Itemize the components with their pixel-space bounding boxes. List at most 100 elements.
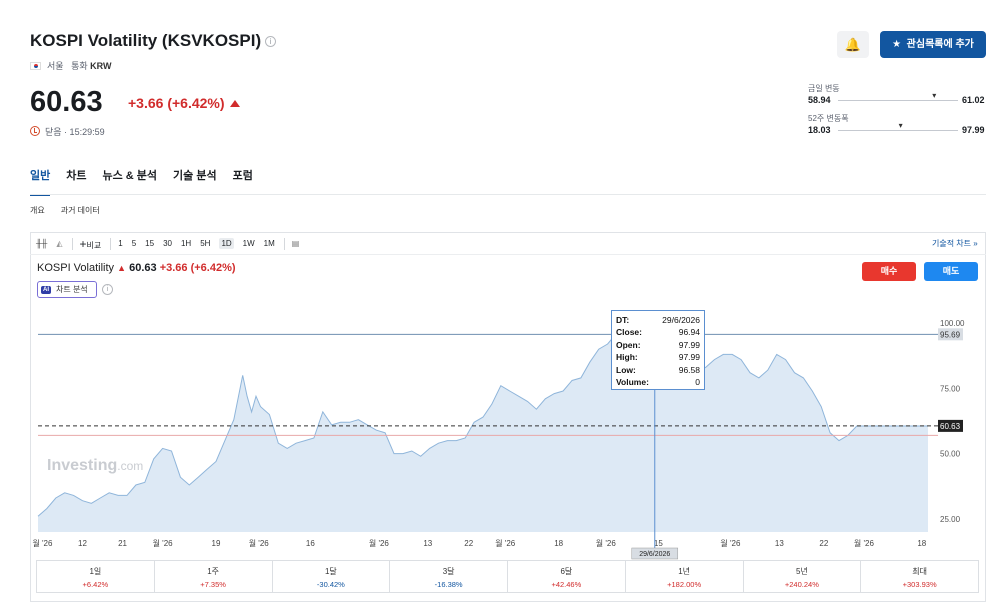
legend-up-arrow-icon: ▲ <box>117 263 127 273</box>
technical-chart-link[interactable]: 기술적 차트 » <box>932 238 978 249</box>
x-tick-label: 19 <box>212 539 221 548</box>
tooltip-row: High: 97.99 <box>616 351 700 363</box>
indicators-icon[interactable]: ▤ <box>292 239 300 248</box>
price-change-value: +3.66 (+6.42%) <box>128 95 225 111</box>
candlestick-icon[interactable]: ╫╫ <box>36 239 47 248</box>
exchange-name: 서울 <box>47 61 64 71</box>
plus-icon: + <box>79 236 87 251</box>
performance-cell[interactable]: 3달 -16.38% <box>390 561 508 592</box>
performance-period: 1일 <box>89 567 102 576</box>
performance-cell[interactable]: 1주 +7.35% <box>155 561 273 592</box>
sell-button[interactable]: 매도 <box>924 262 978 281</box>
ai-icon: AI <box>41 286 51 294</box>
toolbar-separator <box>110 237 112 250</box>
interval-5h[interactable]: 5H <box>200 239 210 248</box>
performance-value: +240.24% <box>784 580 819 589</box>
x-tick-label: 월 '26 <box>854 538 875 548</box>
tooltip-key: DT: <box>616 315 630 325</box>
x-tick-label: 월 '26 <box>596 538 617 548</box>
exchange-info: 서울 통화 KRW <box>30 59 112 72</box>
tab-overview[interactable]: 일반 <box>30 168 51 196</box>
legend-name: KOSPI Volatility <box>37 262 115 274</box>
x-tick-label: 13 <box>423 539 432 548</box>
tooltip-row: Open: 97.99 <box>616 339 700 351</box>
subtab-overview[interactable]: 개요 <box>30 205 45 216</box>
compare-button[interactable]: +비교 <box>80 237 102 251</box>
x-tick-label: 13 <box>775 539 784 548</box>
performance-cell[interactable]: 최대 +303.93% <box>861 561 978 592</box>
tab-chart[interactable]: 차트 <box>66 168 86 196</box>
tooltip-row: Low: 96.58 <box>616 364 700 376</box>
alert-button[interactable]: 🔔 <box>837 31 869 58</box>
buy-button[interactable]: 매수 <box>862 262 916 281</box>
day-range-low: 58.94 <box>808 95 831 105</box>
tabs-divider <box>30 194 986 195</box>
tooltip-value: 97.99 <box>678 352 700 363</box>
interval-1w[interactable]: 1W <box>243 239 255 248</box>
area-chart-icon[interactable]: ◭ <box>56 239 62 248</box>
day-range-high: 61.02 <box>962 95 985 105</box>
performance-cell[interactable]: 1년 +182.00% <box>626 561 744 592</box>
performance-cell[interactable]: 5년 +240.24% <box>744 561 862 592</box>
interval-1d[interactable]: 1D <box>219 238 234 249</box>
info-icon[interactable]: i <box>102 284 113 295</box>
performance-value: +7.35% <box>200 580 226 589</box>
tab-forum[interactable]: 포럼 <box>233 168 253 196</box>
add-to-watchlist-button[interactable]: ★ 관심목록에 추가 <box>880 31 986 58</box>
tooltip-key: High: <box>616 352 638 363</box>
interval-5[interactable]: 5 <box>132 239 136 248</box>
currency-code: KRW <box>90 61 112 71</box>
x-tick-label: 21 <box>118 539 127 548</box>
week52-range-high: 97.99 <box>962 125 985 135</box>
y-tick-label: 50.00 <box>940 450 961 459</box>
compare-label: 비교 <box>86 240 102 250</box>
interval-1[interactable]: 1 <box>118 239 122 248</box>
x-tick-label: 월 '26 <box>495 538 516 548</box>
interval-30[interactable]: 30 <box>163 239 172 248</box>
toolbar-separator <box>283 237 285 250</box>
x-tick-label: 12 <box>78 539 87 548</box>
tooltip-key: Open: <box>616 339 641 350</box>
tooltip-value: 0 <box>695 377 700 388</box>
x-tick-label: 22 <box>819 539 828 548</box>
tooltip-row: DT: 29/6/2026 <box>616 314 700 326</box>
x-tick-label: 18 <box>554 539 563 548</box>
watermark-suffix: .com <box>117 459 144 473</box>
performance-period: 3달 <box>442 567 455 576</box>
ai-chart-analysis-button[interactable]: AI 차트 분석 <box>37 281 97 298</box>
clock-icon <box>30 126 40 136</box>
tooltip-value: 96.58 <box>678 364 700 375</box>
market-status: 닫음 · 15:29:59 <box>30 125 105 138</box>
price-chart[interactable]: 95.69 60.63 100.00 75.00 50.00 25.00 월 '26 12 21… <box>30 300 986 560</box>
tab-technical[interactable]: 기술 분석 <box>173 168 217 196</box>
price-label: 60.63 <box>940 422 961 431</box>
sub-tabs: 개요 과거 데이터 <box>30 205 100 216</box>
info-icon[interactable]: i <box>265 36 277 47</box>
tooltip-key: Volume: <box>616 377 649 388</box>
interval-1m[interactable]: 1M <box>264 239 275 248</box>
watermark-main: Investing <box>47 457 118 474</box>
subtab-historical-data[interactable]: 과거 데이터 <box>61 205 100 216</box>
tab-news[interactable]: 뉴스 & 분석 <box>103 168 158 196</box>
performance-cell[interactable]: 1달 -30.42% <box>273 561 391 592</box>
instrument-name: KOSPI Volatility (KSVKOSPI) <box>30 31 262 50</box>
x-tick-label: 월 '26 <box>249 538 270 548</box>
performance-period: 6달 <box>560 567 573 576</box>
page-title: KOSPI Volatility (KSVKOSPI) i <box>30 31 277 51</box>
x-tick-label: 18 <box>917 539 926 548</box>
day-range-bar <box>838 100 958 101</box>
performance-value: +182.00% <box>667 580 702 589</box>
interval-1h[interactable]: 1H <box>181 239 191 248</box>
x-tick-label: 월 '26 <box>32 538 53 548</box>
performance-cell[interactable]: 6달 +42.46% <box>508 561 626 592</box>
tooltip-value: 97.99 <box>678 339 700 350</box>
performance-value: -16.38% <box>434 580 463 589</box>
interval-15[interactable]: 15 <box>145 239 154 248</box>
chart-legend: KOSPI Volatility ▲ 60.63 +3.66 (+6.42%) <box>37 262 236 274</box>
performance-cell[interactable]: 1일 +6.42% <box>37 561 155 592</box>
x-tick-label: 22 <box>464 539 473 548</box>
chart-toolbar: ╫╫ ◭ +비교 1 5 15 30 1H 5H 1D 1W 1M ▤ <box>36 236 308 251</box>
performance-value: +42.46% <box>551 580 582 589</box>
performance-period: 5년 <box>795 567 808 576</box>
performance-value: +303.93% <box>902 580 937 589</box>
